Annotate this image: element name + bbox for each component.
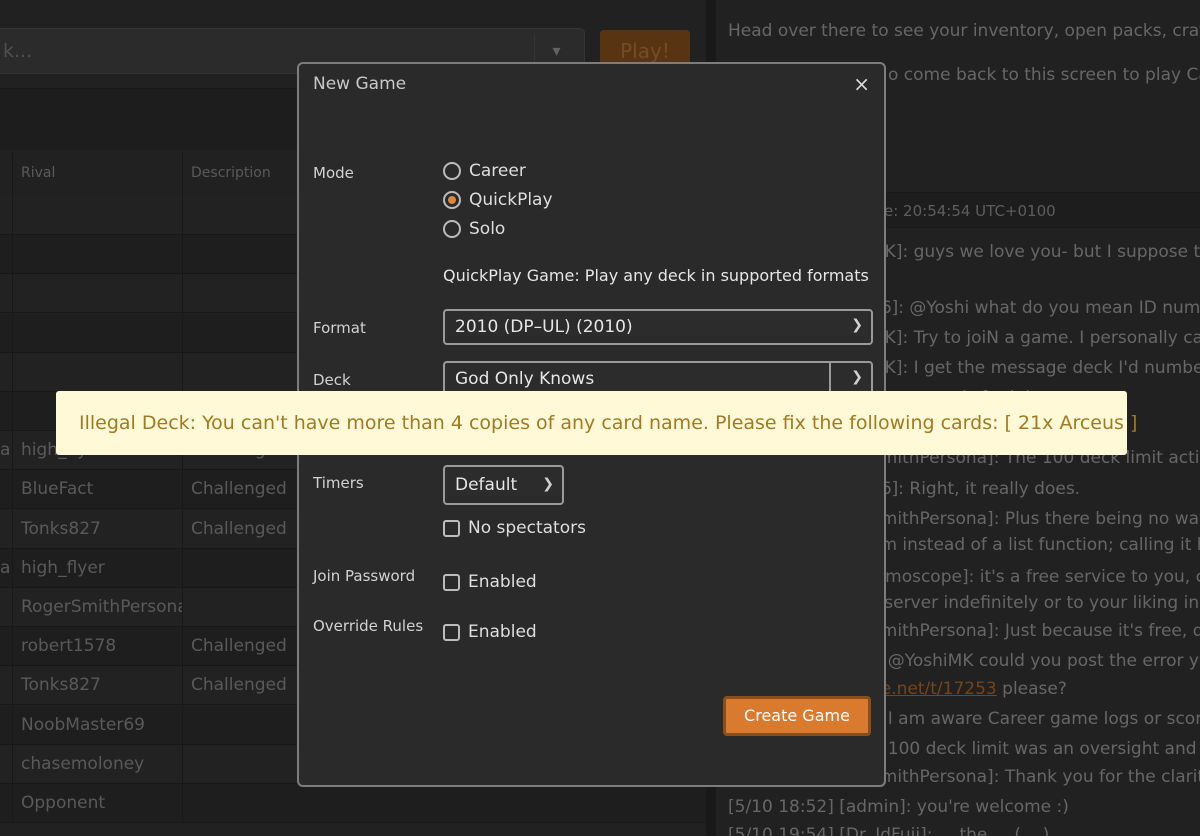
mode-description: QuickPlay Game: Play any deck in support… [443, 266, 869, 285]
override-rules-label: Override Rules [313, 617, 424, 635]
format-label: Format [313, 319, 366, 337]
dialog-title: New Game [313, 74, 407, 94]
checkbox[interactable] [443, 519, 460, 537]
radio-button-selected[interactable] [443, 191, 461, 209]
checkbox[interactable] [443, 623, 460, 641]
timers-value: Default [455, 475, 518, 495]
format-select[interactable]: 2010 (DP–UL) (2010) ❯ [443, 309, 873, 345]
no-spectators-checkbox[interactable]: No spectators [443, 517, 586, 539]
chevron-down-icon: ❯ [542, 476, 554, 492]
checkbox-label: Enabled [468, 572, 537, 592]
close-icon[interactable]: × [853, 72, 870, 96]
mode-option-quickplay[interactable]: QuickPlay [443, 189, 553, 211]
timers-select[interactable]: Default ❯ [443, 465, 564, 505]
illegal-deck-toast[interactable]: Illegal Deck: You can't have more than 4… [56, 391, 1137, 455]
radio-button[interactable] [443, 220, 461, 238]
override-rules-checkbox[interactable]: Enabled [443, 621, 537, 643]
checkbox-label: No spectators [468, 518, 586, 538]
format-value: 2010 (DP–UL) (2010) [455, 317, 633, 337]
checkbox-label: Enabled [468, 622, 537, 642]
deck-label: Deck [313, 371, 351, 389]
mode-option-label: Solo [469, 219, 506, 239]
radio-button[interactable] [443, 162, 461, 180]
checkbox[interactable] [443, 573, 460, 591]
deck-value: God Only Knows [455, 369, 595, 389]
mode-option-solo[interactable]: Solo [443, 218, 505, 240]
chevron-down-icon: ❯ [851, 317, 863, 333]
mode-label: Mode [313, 164, 354, 182]
join-password-label: Join Password [313, 567, 416, 585]
create-game-button[interactable]: Create Game [723, 696, 871, 736]
mode-option-label: Career [469, 161, 526, 181]
chevron-down-icon: ❯ [851, 369, 863, 385]
mode-option-career[interactable]: Career [443, 160, 526, 182]
join-password-checkbox[interactable]: Enabled [443, 571, 537, 593]
timers-label: Timers [313, 474, 364, 492]
mode-option-label: QuickPlay [469, 190, 553, 210]
